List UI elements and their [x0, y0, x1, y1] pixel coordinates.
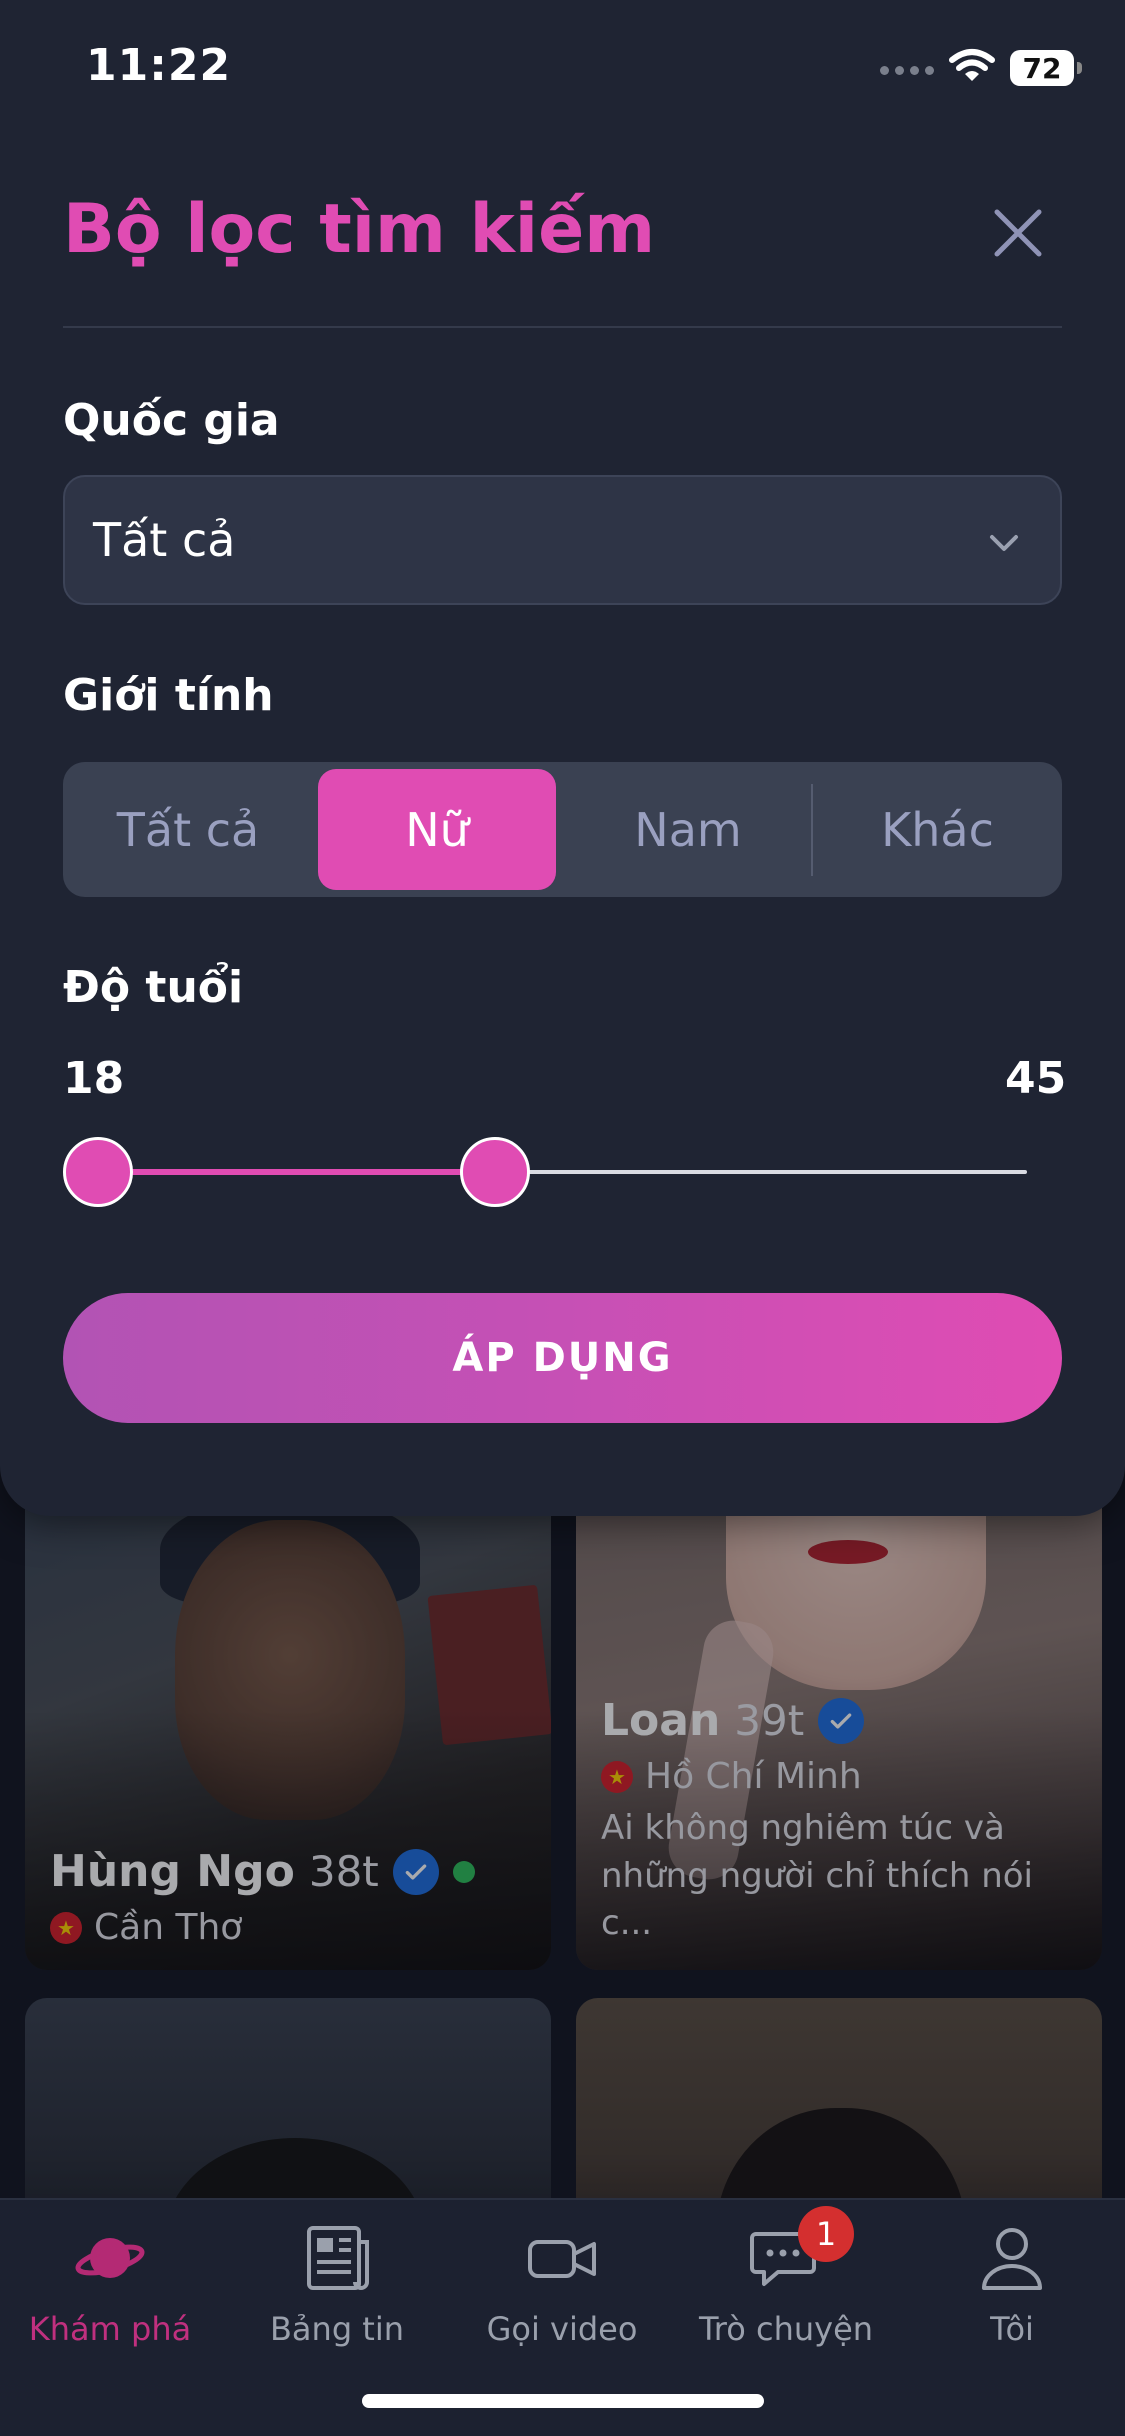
home-indicator[interactable]: [362, 2394, 764, 2408]
gender-segmented-control: Tất cả Nữ Nam Khác: [63, 762, 1062, 897]
country-select-value: Tất cả: [93, 513, 236, 567]
chat-icon: 1: [748, 2206, 854, 2296]
slider-thumb-max[interactable]: [460, 1137, 531, 1207]
slider-range-fill: [98, 1169, 496, 1175]
newspaper-icon: [299, 2220, 375, 2296]
tab-label: Tôi: [990, 2310, 1034, 2348]
planet-icon: [72, 2220, 148, 2296]
gender-option-female[interactable]: Nữ: [318, 769, 556, 890]
age-range-slider[interactable]: [63, 1137, 1027, 1207]
video-camera-icon: [524, 2220, 600, 2296]
tab-label: Gọi video: [486, 2310, 638, 2348]
status-time: 11:22: [86, 40, 232, 91]
tab-explore[interactable]: Khám phá: [10, 2220, 210, 2370]
user-icon: [974, 2220, 1050, 2296]
tab-label: Trò chuyện: [698, 2310, 874, 2348]
gender-option-all[interactable]: Tất cả: [63, 762, 313, 897]
tab-newsfeed[interactable]: Bảng tin: [237, 2220, 437, 2370]
apply-button[interactable]: ÁP DỤNG: [63, 1293, 1062, 1423]
sheet-title: Bộ lọc tìm kiếm: [63, 190, 656, 269]
status-bar: 11:22 72: [0, 0, 1125, 140]
tab-profile[interactable]: Tôi: [912, 2220, 1112, 2370]
battery-icon: 72: [1010, 50, 1082, 86]
tab-label: Bảng tin: [269, 2310, 405, 2348]
close-button[interactable]: [985, 200, 1051, 266]
country-label: Quốc gia: [63, 395, 280, 446]
age-max-value: 45: [1005, 1053, 1067, 1104]
divider: [63, 326, 1062, 328]
gender-option-male[interactable]: Nam: [563, 762, 813, 897]
close-icon: [994, 209, 1042, 257]
age-min-value: 18: [63, 1053, 125, 1104]
search-filter-sheet: 11:22 72 Bộ lọc tìm kiếm Quốc gia Tất cả…: [0, 0, 1125, 1516]
tab-chat[interactable]: 1 Trò chuyện: [686, 2206, 886, 2370]
tab-label: Khám phá: [28, 2310, 192, 2348]
tab-video-call[interactable]: Gọi video: [462, 2220, 662, 2370]
unread-badge: 1: [798, 2206, 854, 2262]
chevron-down-icon: [990, 535, 1018, 551]
age-label: Độ tuổi: [63, 962, 244, 1013]
cellular-signal-icon: [880, 66, 934, 75]
wifi-icon: [948, 48, 996, 88]
gender-label: Giới tính: [63, 670, 274, 721]
country-select[interactable]: Tất cả: [63, 475, 1062, 605]
slider-thumb-min[interactable]: [63, 1137, 133, 1207]
gender-option-other[interactable]: Khác: [813, 762, 1062, 897]
